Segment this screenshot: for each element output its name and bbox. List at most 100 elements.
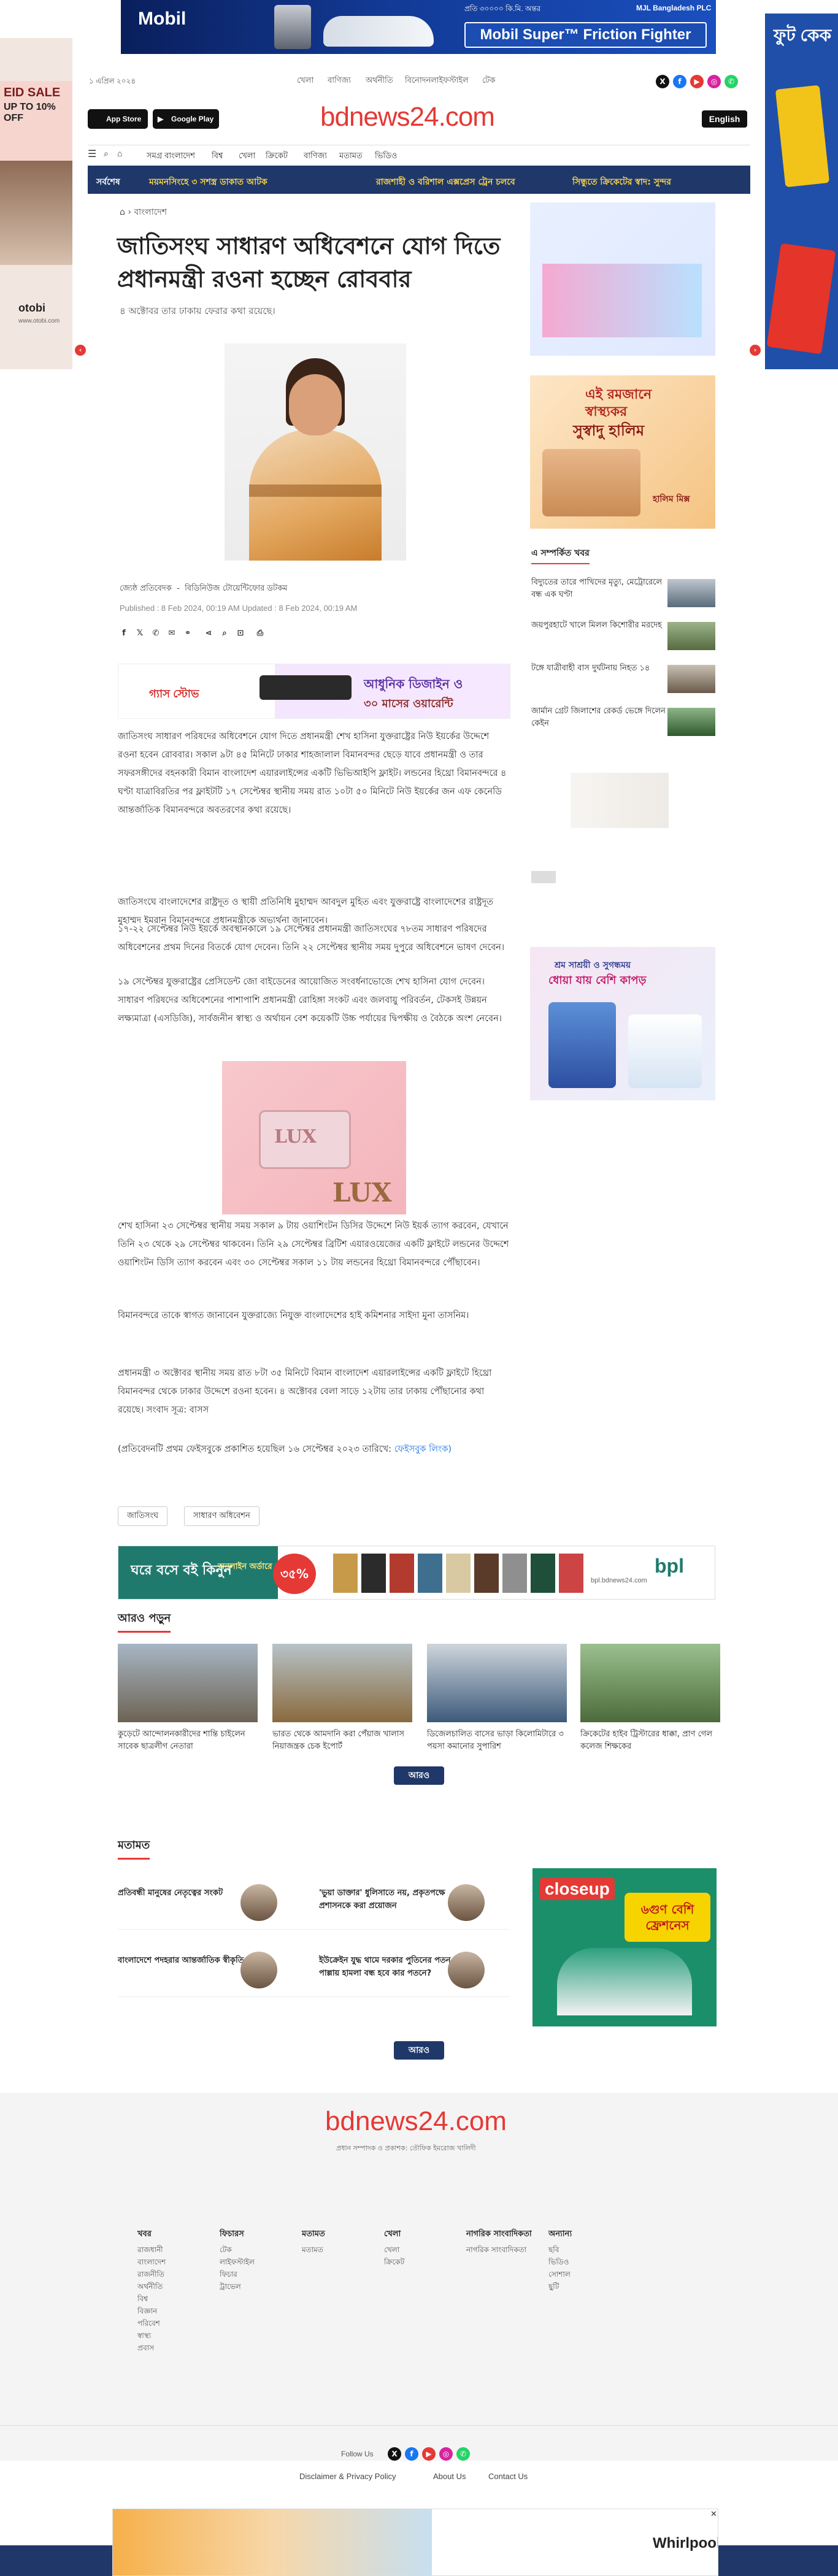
inline-ad-stove[interactable]: গ্যাস স্টোভ আধুনিক ডিজাইন ও ৩০ মাসের ওয়… — [118, 664, 510, 719]
youtube-icon[interactable]: ▶ — [690, 75, 704, 88]
read-more-card[interactable]: ক্রিকেটের হাইব ট্রিস্টারের ধাক্কা, প্রাণ… — [580, 1644, 720, 1753]
footer-link-disclaimer[interactable]: Disclaimer & Privacy Policy — [299, 2472, 396, 2481]
bookmark-icon[interactable]: ⊡ — [235, 628, 246, 639]
related-item[interactable]: জার্মান গ্রেট জিলাশের রেকর্ড ভেঙ্গে দিলে… — [531, 705, 715, 742]
tag-button[interactable]: জাতিসংঘ — [118, 1506, 168, 1526]
left-ad-arrow-icon[interactable]: ‹ — [75, 345, 86, 356]
footer-link[interactable]: সোশাল — [548, 2268, 622, 2280]
footer-link[interactable]: স্বাস্থ্য — [137, 2329, 211, 2342]
menu-item[interactable]: বিশ্ব — [212, 150, 223, 163]
breadcrumb-section[interactable]: বাংলাদেশ — [134, 207, 167, 217]
related-item[interactable]: বিদ্যুতের তারে পাখিদের মৃত্যু, মেট্রোরেল… — [531, 577, 715, 613]
closeup-ad[interactable]: closeup ৬গুণ বেশি ফ্রেশনেস — [532, 1868, 717, 2026]
menu-item[interactable]: ভিডিও — [375, 150, 397, 163]
left-side-ad[interactable]: EID SALE UP TO 10% OFF otobi www.otobi.c… — [0, 38, 72, 369]
read-more-card[interactable]: ভারত থেকে আমদানি করা পেঁয়াজ খালাস নিয়া… — [272, 1644, 412, 1753]
footer-link[interactable]: নাগরিক সাংবাদিকতা — [466, 2244, 546, 2256]
footer-link[interactable]: লাইফস্টাইল — [220, 2256, 293, 2268]
bpl-ad-banner[interactable]: ঘরে বসে বই কিনুন অনলাইন অর্ডারে ৩৫% bpl.… — [118, 1546, 715, 1600]
top-nav-link[interactable]: বিনোদন — [405, 75, 431, 88]
menu-item[interactable]: মতামত — [339, 150, 363, 163]
facebook-icon[interactable]: f — [673, 75, 686, 88]
footer-link-about[interactable]: About Us — [433, 2472, 466, 2481]
tag-button[interactable]: সাধারণ অধিবেশন — [184, 1506, 259, 1526]
right-ad-arrow-icon[interactable]: › — [750, 345, 761, 356]
top-nav-link[interactable]: টেক — [482, 75, 495, 88]
share-icon[interactable]: ⋖ — [203, 628, 214, 639]
facebook-link[interactable]: ফেইসবুক লিংক) — [394, 1444, 452, 1454]
x-share-icon[interactable]: 𝕏 — [134, 628, 145, 639]
footer-link[interactable]: ছবি — [548, 2244, 622, 2256]
site-logo[interactable]: bdnews24.com — [320, 102, 495, 132]
whatsapp-share-icon[interactable]: ✆ — [150, 628, 161, 639]
opinion-item[interactable]: ইউক্রেইন যুদ্ধ থামে দরকার পুতিনের পতন, প… — [276, 1948, 509, 1997]
related-title[interactable]: বিদ্যুতের তারে পাখিদের মৃত্যু, মেট্রোরেল… — [531, 577, 666, 601]
ticker-item[interactable]: ময়মনসিংহে ৩ সশস্ত্র ডাকাত আটক — [149, 175, 267, 190]
opinion-title[interactable]: 'ভুয়া ডাক্তার' ধুলিসাতে নয়, প্রকৃতপক্ষ… — [319, 1887, 454, 1912]
home-icon[interactable]: ⌂ — [117, 148, 122, 158]
bottom-sticky-ad[interactable]: Whirlpool — [112, 2509, 718, 2576]
opinion-item[interactable]: 'ভুয়া ডাক্তার' ধুলিসাতে নয়, প্রকৃতপক্ষ… — [276, 1880, 509, 1930]
soap-ad[interactable]: শ্রম সাশ্রয়ী ও সুগন্ধময় ধোয়া যায় বেশ… — [530, 947, 715, 1100]
ticker-item[interactable]: সিন্ধুতে ক্রিকেটের স্বাদ: সুন্দর — [572, 175, 671, 190]
facebook-share-icon[interactable]: f — [118, 628, 129, 639]
whatsapp-icon[interactable]: ✆ — [456, 2447, 470, 2461]
footer-link[interactable]: রাজধানী — [137, 2244, 211, 2256]
menu-item[interactable]: বাণিজ্য — [304, 150, 327, 163]
footer-link[interactable]: পরিবেশ — [137, 2317, 211, 2329]
hamburger-icon[interactable]: ☰ — [88, 148, 96, 160]
opinion-more-button[interactable]: আরও — [394, 2041, 444, 2060]
top-nav-link[interactable]: বাণিজ্য — [328, 75, 351, 88]
footer-logo[interactable]: bdnews24.com — [325, 2106, 507, 2137]
x-icon[interactable]: X — [388, 2447, 401, 2461]
opinion-title[interactable]: ইউক্রেইন যুদ্ধ থামে দরকার পুতিনের পতন, প… — [319, 1954, 454, 1980]
footer-link[interactable]: ভিডিও — [548, 2256, 622, 2268]
top-nav-link[interactable]: খেলা — [297, 75, 313, 88]
top-banner-ad[interactable]: Mobil প্রতি ৩০০০০ কি.মি. অন্তর MJL Bangl… — [121, 0, 716, 54]
instagram-icon[interactable]: ◎ — [439, 2447, 453, 2461]
footer-link[interactable]: রাজনীতি — [137, 2268, 211, 2280]
related-item[interactable]: টঙ্গে যাত্রীবাহী বাস দুর্ঘটনায় নিহত ১৪ — [531, 662, 715, 699]
footer-link[interactable]: ফিচার — [220, 2268, 293, 2280]
whatsapp-icon[interactable]: ✆ — [725, 75, 738, 88]
link-share-icon[interactable]: ⚭ — [182, 628, 193, 639]
print-icon[interactable]: ⎙ — [255, 628, 266, 639]
related-title[interactable]: জয়পুরহাটে খালে মিলল কিশোরীর মরদেহ — [531, 619, 666, 632]
inline-ad-lux[interactable]: LUX LUX — [222, 1061, 406, 1214]
app-store-button[interactable]: App Store — [88, 109, 148, 129]
footer-link[interactable]: মতামত — [302, 2244, 375, 2256]
related-title[interactable]: জার্মান গ্রেট জিলাশের রেকর্ড ভেঙ্গে দিলে… — [531, 705, 666, 730]
footer-link[interactable]: ট্রাভেল — [220, 2280, 293, 2293]
menu-item[interactable]: খেলা — [239, 150, 255, 163]
sidebar-ad-1[interactable] — [530, 202, 715, 356]
footer-link[interactable]: খেলা — [384, 2244, 458, 2256]
top-nav-link[interactable]: লাইফস্টাইল — [431, 75, 469, 88]
ticker-item[interactable]: রাজশাহী ও বরিশাল এক্সপ্রেস ট্রেন চলবে — [376, 175, 515, 190]
footer-link[interactable]: বিজ্ঞান — [137, 2305, 211, 2317]
messenger-share-icon[interactable]: ✉ — [166, 628, 177, 639]
card-title[interactable]: ডিজেলচালিত বাসের ভাড়া কিলোমিটারে ৩ পয়স… — [427, 1728, 567, 1753]
footer-link[interactable]: ক্রিকেট — [384, 2256, 458, 2268]
home-icon[interactable]: ⌂ — [120, 207, 125, 217]
footer-link-contact[interactable]: Contact Us — [488, 2472, 528, 2481]
card-title[interactable]: ভারত থেকে আমদানি করা পেঁয়াজ খালাস নিয়া… — [272, 1728, 412, 1753]
english-button[interactable]: English — [702, 110, 747, 128]
related-title[interactable]: টঙ্গে যাত্রীবাহী বাস দুর্ঘটনায় নিহত ১৪ — [531, 662, 666, 675]
footer-link[interactable]: বাংলাদেশ — [137, 2256, 211, 2268]
menu-item[interactable]: ক্রিকেট — [266, 150, 288, 163]
menu-item[interactable]: সমগ্র বাংলাদেশ — [147, 150, 195, 163]
youtube-icon[interactable]: ▶ — [422, 2447, 436, 2461]
facebook-icon[interactable]: f — [405, 2447, 418, 2461]
google-play-button[interactable]: ▶ Google Play — [153, 109, 219, 129]
footer-link[interactable]: বিশ্ব — [137, 2293, 211, 2305]
top-nav-link[interactable]: অর্থনীতি — [366, 75, 393, 88]
read-more-button[interactable]: আরও — [394, 1766, 444, 1785]
footer-link[interactable]: প্রবাস — [137, 2342, 211, 2354]
read-more-card[interactable]: কুড়েটে আন্দোলনকারীদের শান্তি চাইলেন সাব… — [118, 1644, 258, 1753]
comment-icon[interactable]: ⌕ — [219, 628, 230, 639]
related-item[interactable]: জয়পুরহাটে খালে মিলল কিশোরীর মরদেহ — [531, 619, 715, 656]
footer-link[interactable]: অর্থনীতি — [137, 2280, 211, 2293]
card-title[interactable]: কুড়েটে আন্দোলনকারীদের শান্তি চাইলেন সাব… — [118, 1728, 258, 1753]
card-title[interactable]: ক্রিকেটের হাইব ট্রিস্টারের ধাক্কা, প্রাণ… — [580, 1728, 720, 1753]
right-side-ad[interactable]: ফুট কেক — [765, 13, 838, 369]
